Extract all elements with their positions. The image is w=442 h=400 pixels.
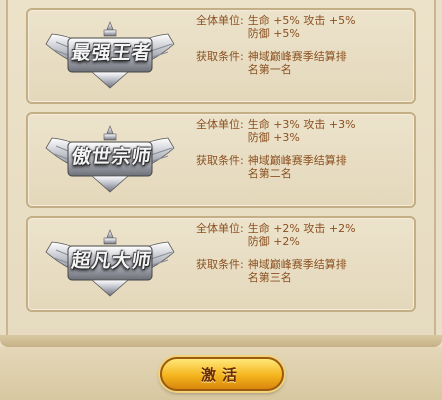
- badge-title-2: 傲世宗师: [70, 146, 154, 168]
- stats-line-2: 防御 +3%: [247, 131, 300, 144]
- badge-title-3: 超凡大师: [70, 250, 154, 272]
- stats-line-2: 防御 +5%: [247, 27, 300, 40]
- stats-line-1: 生命 +5% 攻击 +5%: [247, 14, 356, 27]
- badge-title-1: 最强王者: [70, 42, 154, 64]
- condition-line-1: 神域巅峰赛季结算排: [247, 154, 347, 167]
- condition-label: 获取条件:: [196, 258, 244, 271]
- stats-line-1: 生命 +2% 攻击 +2%: [247, 222, 356, 235]
- condition-line-1: 神域巅峰赛季结算排: [247, 50, 347, 63]
- condition-line-2: 名第一名: [247, 63, 292, 76]
- card-info-3: 全体单位: 生命 +2% 攻击 +2% 防御 +2% 获取条件: 神域巅峰赛季结…: [196, 222, 412, 284]
- card-info-1: 全体单位: 生命 +5% 攻击 +5% 防御 +5% 获取条件: 神域巅峰赛季结…: [196, 14, 412, 76]
- condition-label: 获取条件:: [196, 50, 244, 63]
- scope-label: 全体单位:: [196, 14, 244, 27]
- title-card-3[interactable]: 超凡大师 全体单位: 生命 +2% 攻击 +2% 防御 +2% 获取条件: 神域…: [26, 216, 416, 312]
- scope-label: 全体单位:: [196, 222, 244, 235]
- title-card-2[interactable]: 傲世宗师 全体单位: 生命 +3% 攻击 +3% 防御 +3% 获取条件: 神域…: [26, 112, 416, 208]
- activate-button[interactable]: 激活: [160, 357, 284, 391]
- condition-line-2: 名第二名: [247, 167, 292, 180]
- condition-line-2: 名第三名: [247, 271, 292, 284]
- title-card-1[interactable]: 最强王者 全体单位: 生命 +5% 攻击 +5% 防御 +5% 获取条件: 神域…: [26, 8, 416, 104]
- rank-badge-2: 傲世宗师: [32, 118, 188, 202]
- rank-badge-3: 超凡大师: [32, 222, 188, 306]
- stats-line-1: 生命 +3% 攻击 +3%: [247, 118, 356, 131]
- card-info-2: 全体单位: 生命 +3% 攻击 +3% 防御 +3% 获取条件: 神域巅峰赛季结…: [196, 118, 412, 180]
- scope-label: 全体单位:: [196, 118, 244, 131]
- panel-frame-bottom: [0, 335, 442, 347]
- condition-label: 获取条件:: [196, 154, 244, 167]
- stats-line-2: 防御 +2%: [247, 235, 300, 248]
- rank-badge-1: 最强王者: [32, 14, 188, 98]
- condition-line-1: 神域巅峰赛季结算排: [247, 258, 347, 271]
- activate-button-label: 激活: [200, 365, 243, 384]
